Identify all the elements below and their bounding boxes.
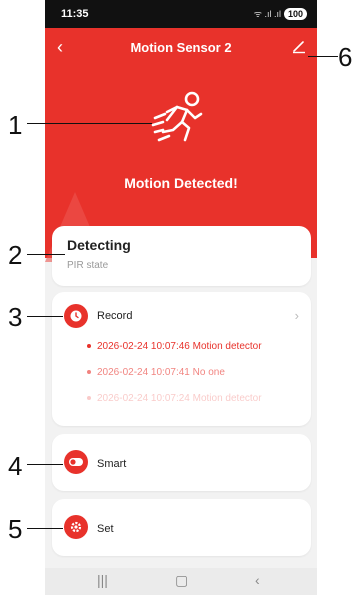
- set-label: Set: [97, 523, 114, 535]
- smart-label: Smart: [97, 458, 127, 470]
- home-icon[interactable]: ▢: [175, 572, 188, 589]
- callout-3-line: [27, 316, 63, 317]
- chevron-right-icon: ›: [294, 308, 299, 323]
- record-log-item: 2026-02-24 10:07:46 Motion detector: [87, 341, 262, 352]
- record-card[interactable]: Record › 2026-02-24 10:07:46 Motion dete…: [52, 292, 311, 426]
- phone-screen: 11:35 ᯤ .ıl .ıl 100 ‹ Motion Sensor 2 Mo…: [45, 0, 317, 595]
- callout-1: 1: [8, 110, 23, 140]
- pir-state-card: Detecting PIR state: [52, 226, 311, 286]
- set-card[interactable]: Set: [52, 499, 311, 556]
- callout-4-line: [27, 464, 63, 465]
- app-header: ‹ Motion Sensor 2: [45, 28, 317, 68]
- clock-icon: [64, 304, 88, 328]
- running-person-icon: [151, 91, 203, 142]
- system-nav-bar: ||| ▢ ‹: [45, 568, 317, 595]
- status-bar: 11:35 ᯤ .ıl .ıl 100: [45, 0, 317, 28]
- recent-apps-icon[interactable]: |||: [97, 572, 108, 588]
- edit-icon[interactable]: [291, 38, 307, 54]
- callout-2: 2: [8, 240, 23, 270]
- record-log-item: 2026-02-24 10:07:24 Motion detector: [87, 393, 262, 404]
- callout-5-line: [27, 528, 63, 529]
- toggle-icon: [64, 450, 88, 474]
- log-dot: [87, 370, 91, 375]
- callout-5: 5: [8, 514, 23, 544]
- log-dot: [87, 396, 91, 401]
- page-title: Motion Sensor 2: [130, 40, 232, 55]
- status-icons: ᯤ .ıl .ıl 100: [254, 7, 307, 20]
- callout-4: 4: [8, 451, 23, 481]
- callout-1-line: [27, 123, 152, 124]
- record-log-item: 2026-02-24 10:07:41 No one: [87, 367, 225, 378]
- status-time: 11:35: [61, 8, 89, 20]
- callout-6: 6: [338, 42, 353, 72]
- pir-state-label: PIR state: [67, 260, 109, 271]
- pir-state-value: Detecting: [67, 237, 131, 253]
- callout-2-line: [27, 254, 65, 255]
- signal-icon: ᯤ .ıl .ıl: [253, 9, 281, 19]
- battery-icon: 100: [283, 7, 307, 20]
- nav-back-icon[interactable]: ‹: [255, 572, 260, 588]
- callout-3: 3: [8, 302, 23, 332]
- log-dot: [87, 344, 91, 349]
- record-label: Record: [97, 310, 133, 322]
- smart-card[interactable]: Smart: [52, 434, 311, 491]
- motion-status-text: Motion Detected!: [124, 175, 238, 191]
- callout-6-line: [308, 56, 338, 57]
- gear-icon: [64, 515, 88, 539]
